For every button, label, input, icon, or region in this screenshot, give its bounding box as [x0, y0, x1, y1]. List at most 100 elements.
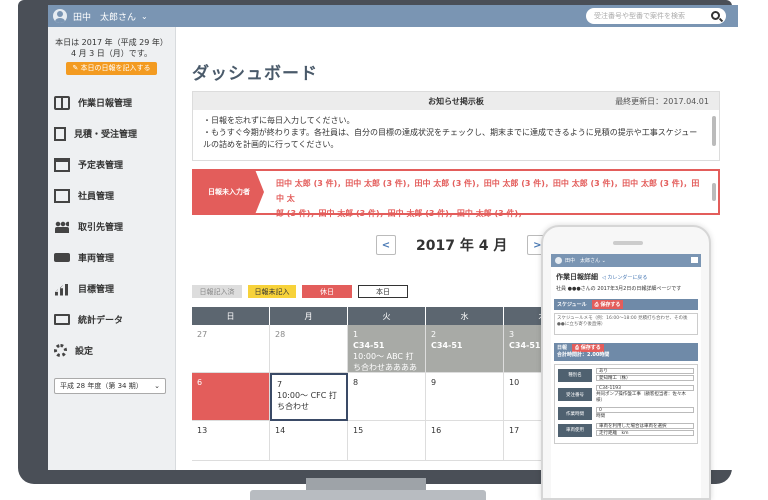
- month-title: 2017 年 4 月: [416, 238, 508, 254]
- sidebar-item-label: 車両管理: [78, 254, 115, 264]
- event-text: 10:00〜 CFC 打ち合わせ: [277, 391, 337, 411]
- legend-not-entered: 日報未記入: [248, 285, 296, 298]
- sidebar-item-label: 統計データ: [78, 316, 124, 326]
- form-select[interactable]: あり: [596, 368, 694, 374]
- calendar-day[interactable]: 8: [348, 373, 426, 421]
- sidebar-item-statistics[interactable]: 統計データ: [48, 304, 175, 335]
- day-number: 13: [197, 426, 208, 435]
- event-code: C34-51: [353, 341, 385, 350]
- alert-line: 郎 (3 件)，田中 太郎 (3 件)，田中 太郎 (3 件)，田中 太郎 (3…: [276, 209, 527, 218]
- sidebar-item-estimates[interactable]: 見積・受注管理: [48, 118, 175, 149]
- day-number: 6: [197, 378, 203, 387]
- save-button[interactable]: ⎙ 保存する: [591, 300, 624, 309]
- calendar-day[interactable]: 13: [192, 421, 270, 461]
- calendar-day[interactable]: 16: [426, 421, 504, 461]
- schedule-bar: スケジュール ⎙ 保存する: [554, 299, 698, 310]
- write-report-button[interactable]: ✎ 本日の日報を記入する: [66, 62, 157, 75]
- notice-body: ・日報を忘れずに毎日入力してください。 ・もうすぐ今期が終わります。各社員は、自…: [193, 110, 708, 156]
- calendar-day[interactable]: 27: [192, 325, 270, 373]
- monitor-base: [250, 490, 486, 500]
- daily-report-form: 種別名 あり 愛知精工（株） 受注番号 C34-1193 共同ポンプ操作盤工事（顧客担当…: [554, 364, 698, 444]
- form-select[interactable]: 車両を利用した場合は車両を選択: [596, 423, 694, 429]
- chevron-down-icon: ⌄: [154, 382, 160, 390]
- calendar-day[interactable]: 28: [270, 325, 348, 373]
- alert-text: 田中 太郎 (3 件)，田中 太郎 (3 件)，田中 太郎 (3 件)，田中 太…: [276, 176, 706, 221]
- calendar-week: 6 7 10:00〜 CFC 打ち合わせ 8 9 10: [192, 373, 582, 421]
- weekday-header: 火: [348, 307, 426, 325]
- form-row: 作業時間 0 時間: [558, 407, 694, 420]
- schedule-label: スケジュール: [557, 302, 587, 308]
- calendar: 日 月 火 水 木 27 28 1C34-5110:00〜 ABC 打ち合わせあ…: [192, 307, 582, 461]
- top-bar: 田中 太郎さん ⌄ 受注番号や型番で案件を検索: [48, 5, 738, 27]
- search-icon[interactable]: [711, 11, 720, 20]
- month-nav: < 2017 年 4 月 >: [376, 235, 548, 255]
- calendar-legend: 日報記入済 日報未記入 休日 本日: [192, 285, 414, 298]
- calendar-day-today[interactable]: 7 10:00〜 CFC 打ち合わせ: [270, 373, 348, 421]
- menu-icon[interactable]: [691, 257, 698, 263]
- avatar-icon[interactable]: [555, 257, 562, 264]
- search-input[interactable]: 受注番号や型番で案件を検索: [586, 8, 726, 24]
- back-to-calendar-link[interactable]: ◁ カレンダーに戻る: [602, 275, 647, 281]
- calendar-day[interactable]: 2 C34-51: [426, 325, 504, 373]
- sidebar-item-label: 社員管理: [78, 192, 115, 202]
- phone-page-title: 作業日報詳細 ◁ カレンダーに戻る: [551, 267, 701, 282]
- legend-holiday: 休日: [302, 285, 352, 298]
- calendar-day[interactable]: 9: [426, 373, 504, 421]
- today-line-1: 本日は 2017 年（平成 29 年）: [55, 38, 168, 47]
- sidebar: 本日は 2017 年（平成 29 年） 4 月 3 日（月）です。 ✎ 本日の日…: [48, 27, 176, 470]
- sidebar-item-label: 取引先管理: [78, 223, 124, 233]
- form-label: 作業時間: [558, 407, 592, 420]
- sidebar-item-label: 予定表管理: [78, 161, 124, 171]
- phone-speaker: [613, 241, 643, 245]
- save-button[interactable]: ⎙ 保存する: [572, 344, 604, 352]
- form-row: 車両使用 車両を利用した場合は車両を選択 走行距離 km: [558, 423, 694, 437]
- day-number: 10: [509, 378, 520, 387]
- book-icon: [54, 95, 70, 110]
- notice-scrollbar[interactable]: [712, 116, 716, 146]
- sidebar-item-goals[interactable]: 目標管理: [48, 273, 175, 304]
- today-line-2: 4 月 3 日（月）です。: [70, 49, 152, 58]
- sidebar-item-label: 見積・受注管理: [74, 130, 138, 140]
- form-label: 車両使用: [558, 423, 592, 437]
- sidebar-item-daily-report[interactable]: 作業日報管理: [48, 87, 175, 118]
- notice-updated-date: 最終更新日：2017.04.01: [615, 97, 709, 106]
- alert-scrollbar[interactable]: [712, 183, 716, 201]
- day-number: 28: [275, 330, 286, 339]
- sidebar-item-clients[interactable]: 取引先管理: [48, 211, 175, 242]
- day-number: 9: [431, 378, 437, 387]
- sidebar-item-label: 作業日報管理: [78, 99, 133, 109]
- missing-reports-alert: 日報未入力者 田中 太郎 (3 件)，田中 太郎 (3 件)，田中 太郎 (3 …: [192, 169, 720, 218]
- avatar-icon[interactable]: [53, 9, 67, 23]
- sidebar-item-employees[interactable]: 社員管理: [48, 180, 175, 211]
- sidebar-item-vehicles[interactable]: 車両管理: [48, 242, 175, 273]
- sidebar-item-settings[interactable]: 設定: [48, 335, 175, 366]
- building-icon: [54, 188, 70, 203]
- phone-username[interactable]: 田中 太郎さん ⌄: [565, 257, 606, 264]
- search-placeholder: 受注番号や型番で案件を検索: [594, 12, 685, 20]
- schedule-memo-field[interactable]: スケジュールメモ（例：16:00〜18:00 見積打ち合わせ、その後●●に立ち寄…: [554, 313, 698, 335]
- day-number: 16: [431, 426, 442, 435]
- day-number: 2: [431, 330, 437, 339]
- calendar-day[interactable]: 14: [270, 421, 348, 461]
- weekday-header: 水: [426, 307, 504, 325]
- prev-month-button[interactable]: <: [376, 235, 396, 255]
- write-report-label: 本日の日報を記入する: [80, 64, 151, 72]
- user-name[interactable]: 田中 太郎さん: [73, 10, 136, 23]
- form-select[interactable]: 愛知精工（株）: [596, 375, 694, 381]
- document-icon: [54, 126, 66, 141]
- form-input[interactable]: 走行距離 km: [596, 430, 694, 436]
- form-select[interactable]: 0: [596, 407, 694, 413]
- daily-label: 日報: [557, 345, 568, 351]
- form-note: 共同ポンプ操作盤工事（顧客担当者：佐々木 様）: [596, 392, 686, 403]
- today-info: 本日は 2017 年（平成 29 年） 4 月 3 日（月）です。 ✎ 本日の日…: [48, 27, 175, 75]
- calendar-day[interactable]: 1 C34-51 10:00〜 ABC 打ち合わせあああああ〜: [348, 325, 426, 373]
- period-select[interactable]: 平成 28 年度（第 34 期） ⌄: [54, 378, 166, 394]
- form-note: 時間: [596, 414, 605, 419]
- sidebar-item-label: 設定: [75, 347, 94, 357]
- form-input[interactable]: C34-1193: [596, 385, 694, 391]
- calendar-week: 13 14 15 16 17: [192, 421, 582, 461]
- chevron-down-icon[interactable]: ⌄: [141, 12, 148, 21]
- calendar-day[interactable]: 15: [348, 421, 426, 461]
- sidebar-item-schedule[interactable]: 予定表管理: [48, 149, 175, 180]
- calendar-day[interactable]: 6: [192, 373, 270, 421]
